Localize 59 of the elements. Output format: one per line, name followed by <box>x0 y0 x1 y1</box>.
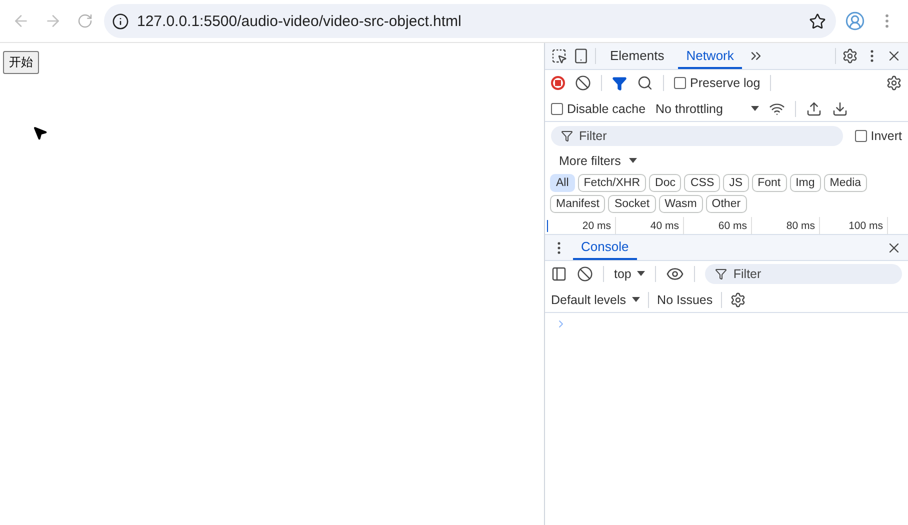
url-text: 127.0.0.1:5500/audio-video/video-src-object.html <box>137 12 462 30</box>
type-filter-chip[interactable]: Wasm <box>658 195 703 213</box>
filter-field[interactable]: Filter <box>705 264 902 284</box>
timeline-tick: 60 ms <box>684 217 752 234</box>
timeline-tick: 20 ms <box>548 217 616 234</box>
upload-icon[interactable] <box>806 100 822 116</box>
filter-icon[interactable] <box>612 76 627 90</box>
settings-icon[interactable] <box>886 75 902 91</box>
start-button[interactable]: 开始 <box>3 51 39 74</box>
type-filter-chip[interactable]: All <box>550 174 575 192</box>
more-filters-dropdown[interactable]: More filters <box>559 154 637 168</box>
checkbox[interactable] <box>854 130 867 142</box>
type-filter-chip[interactable]: CSS <box>684 174 720 192</box>
type-filter-chip[interactable]: Other <box>706 195 747 213</box>
clear-icon[interactable] <box>575 75 591 91</box>
timeline-tick: 40 ms <box>616 217 684 234</box>
context-dropdown[interactable]: top <box>614 267 646 281</box>
filter-field[interactable]: Filter <box>551 126 843 146</box>
profile-icon[interactable] <box>845 11 865 31</box>
settings-icon[interactable] <box>730 292 746 308</box>
address-bar[interactable]: 127.0.0.1:5500/audio-video/video-src-object.html <box>104 4 836 38</box>
record-icon[interactable] <box>551 76 565 90</box>
timeline-tick: 80 ms <box>752 217 820 234</box>
mouse-cursor-icon <box>32 125 48 141</box>
info-icon[interactable] <box>112 12 129 30</box>
timeline-tick: 100 ms <box>820 217 888 234</box>
eye-icon[interactable] <box>666 265 684 283</box>
checkbox-label: Invert <box>870 129 902 143</box>
devtools-tab[interactable]: Elements <box>602 43 672 69</box>
inspect-icon[interactable] <box>551 48 567 64</box>
type-filter-chip[interactable]: Doc <box>649 174 682 192</box>
checkbox-label: Disable cache <box>567 102 646 116</box>
clear-icon[interactable] <box>577 266 593 282</box>
checkbox[interactable] <box>551 102 563 114</box>
network-conditions-icon[interactable] <box>768 100 785 116</box>
filter-icon <box>561 130 573 142</box>
filter-icon <box>715 268 728 280</box>
caret-icon <box>750 106 759 112</box>
search-icon[interactable] <box>637 75 653 91</box>
caret-icon <box>632 296 640 302</box>
device-icon[interactable] <box>573 48 589 64</box>
type-filter-chip[interactable]: Fetch/XHR <box>578 174 646 192</box>
levels-dropdown[interactable]: Default levels <box>551 292 640 306</box>
type-filter-chip[interactable]: Manifest <box>550 195 606 213</box>
checkbox[interactable] <box>674 77 686 89</box>
type-filter-chip[interactable]: Media <box>824 174 868 192</box>
settings-icon[interactable] <box>842 48 858 64</box>
type-filter-chip[interactable]: Img <box>790 174 821 192</box>
caret-icon <box>637 271 646 277</box>
checkbox-label: Preserve log <box>690 76 760 90</box>
download-icon[interactable] <box>832 100 848 116</box>
type-filter-chip[interactable]: JS <box>723 174 749 192</box>
throttling-dropdown[interactable]: No throttling <box>656 102 759 116</box>
caret-icon <box>628 158 637 164</box>
type-filter-chip[interactable]: Font <box>752 174 787 192</box>
sidebar-icon[interactable] <box>551 266 567 282</box>
issues-text: No Issues <box>657 292 713 306</box>
type-filter-chip[interactable]: Socket <box>608 195 656 213</box>
star-icon[interactable] <box>809 12 826 30</box>
